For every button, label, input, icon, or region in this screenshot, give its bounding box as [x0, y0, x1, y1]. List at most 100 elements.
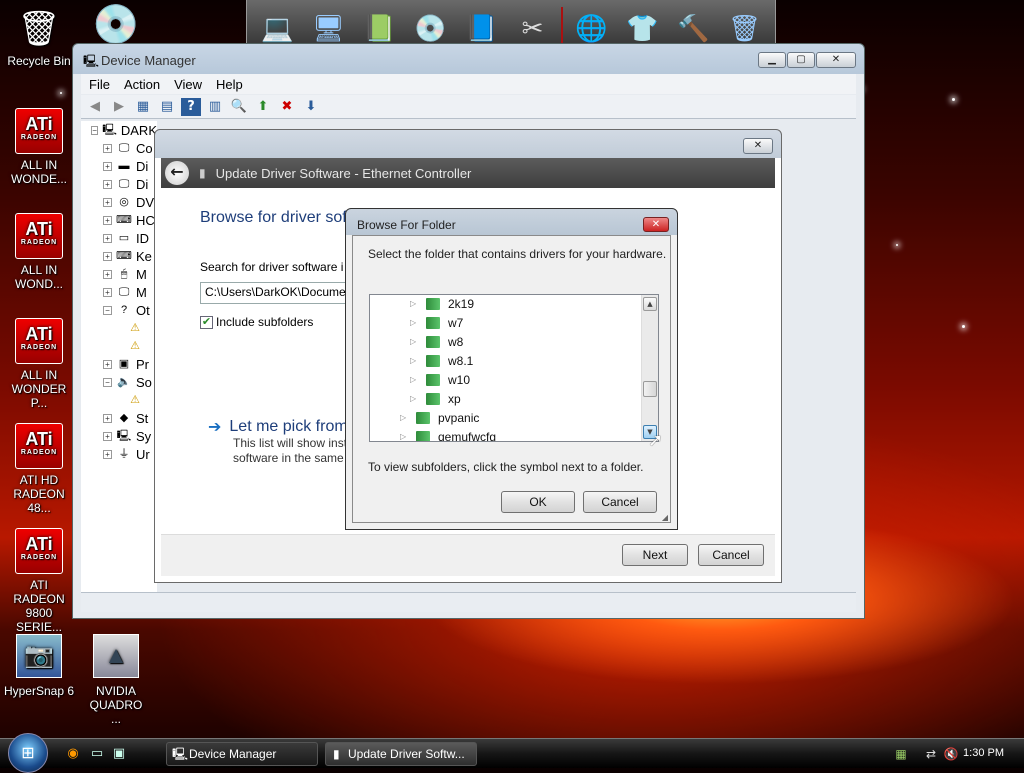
taskbar-item-update-driver[interactable]: ▮ Update Driver Softw...	[325, 742, 477, 766]
folder-item[interactable]: ▷ xp	[370, 389, 641, 408]
desktop-icon-recycle-bin[interactable]: 🗑 Recycle Bin	[1, 4, 77, 68]
expand-icon[interactable]: +	[103, 269, 112, 279]
tree-item[interactable]: + ⌨ HC	[81, 211, 157, 229]
tree-item[interactable]: + 🖵 Co	[81, 139, 157, 157]
properties-icon[interactable]: ▤	[157, 98, 177, 116]
tree-item[interactable]: + ▣ Pr	[81, 355, 157, 373]
minimize-button[interactable]: ▁	[758, 52, 786, 68]
next-button[interactable]: Next	[622, 544, 688, 566]
scroll-thumb[interactable]	[643, 381, 657, 397]
disable-icon[interactable]: ⬇	[301, 98, 321, 116]
pick-from-list-link[interactable]: ➔ Let me pick from This list will show i…	[208, 417, 358, 466]
tree-item[interactable]: ⚠	[81, 391, 157, 409]
switch-windows-icon[interactable]: ▣	[110, 745, 128, 763]
help-icon[interactable]: ?	[181, 97, 201, 116]
menu-file[interactable]: File	[89, 77, 110, 92]
close-button[interactable]: ✕	[643, 217, 669, 232]
close-button[interactable]: ✕	[816, 52, 856, 68]
disc-desktop-icon[interactable]: 💿	[92, 2, 139, 47]
expand-triangle-icon[interactable]: ▷	[410, 394, 420, 403]
expand-icon[interactable]: +	[103, 431, 112, 441]
folder-item[interactable]: ▷ qemufwcfg	[370, 427, 641, 441]
tree-item[interactable]: − 🔈 So	[81, 373, 157, 391]
network-icon[interactable]: ⇄	[922, 745, 940, 763]
folder-item[interactable]: ▷ 2k19	[370, 295, 641, 313]
menu-help[interactable]: Help	[216, 77, 243, 92]
path-field[interactable]: C:\Users\DarkOK\Docume	[200, 282, 350, 304]
close-button[interactable]: ✕	[743, 138, 773, 154]
forward-arrow-icon[interactable]: ▶	[109, 98, 129, 116]
expand-triangle-icon[interactable]: ▷	[410, 299, 420, 308]
desktop-icon-ati-1[interactable]: ATi RADEON ALL IN WONDE...	[1, 108, 77, 186]
expand-icon[interactable]: +	[103, 161, 112, 171]
tree-item[interactable]: − 🖳 DARK	[81, 121, 157, 139]
collapse-icon[interactable]: −	[103, 305, 112, 315]
folder-item[interactable]: ▷ w8.1	[370, 351, 641, 370]
desktop-icon-hypersnap[interactable]: 📷 HyperSnap 6	[1, 634, 77, 698]
firefox-icon[interactable]: ◉	[64, 745, 82, 763]
vertical-scrollbar[interactable]: ▲ ▼	[641, 295, 658, 441]
desktop-icon-ati-4[interactable]: ATi RADEON ATI HD RADEON 48...	[1, 423, 77, 515]
show-desktop-icon[interactable]: ▭	[88, 745, 106, 763]
desktop-icon-ati-2[interactable]: ATi RADEON ALL IN WOND...	[1, 213, 77, 291]
expand-triangle-icon[interactable]: ▷	[410, 318, 420, 327]
maximize-button[interactable]: ▢	[787, 52, 815, 68]
tray-app-icon[interactable]: ▦	[892, 745, 910, 763]
cancel-button[interactable]: Cancel	[583, 491, 657, 513]
clock[interactable]: 1:30 PM	[963, 747, 1004, 759]
update-driver-icon[interactable]: ⬆	[253, 98, 273, 116]
back-arrow-icon[interactable]: ◀	[85, 98, 105, 116]
expand-icon[interactable]: +	[103, 179, 112, 189]
folder-tree[interactable]: ▷ 2k19 ▷ w7 ▷ w8 ▷ w8.1 ▷ w10 ▷ xp ▷ pvpanic ▷ qemufwcf…	[369, 294, 659, 442]
desktop-icon-nvidia[interactable]: ▲ NVIDIA QUADRO ...	[78, 634, 154, 726]
expand-icon[interactable]: +	[103, 215, 112, 225]
collapse-icon[interactable]: −	[91, 125, 99, 135]
volume-muted-icon[interactable]: 🔇	[942, 745, 960, 763]
desktop-icon-ati-3[interactable]: ATi RADEON ALL IN WONDER P...	[1, 318, 77, 410]
tree-item[interactable]: + ◎ DV	[81, 193, 157, 211]
expand-icon[interactable]: +	[103, 287, 112, 297]
expand-icon[interactable]: +	[103, 359, 112, 369]
folder-item[interactable]: ▷ pvpanic	[370, 408, 641, 427]
folder-item[interactable]: ▷ w10	[370, 370, 641, 389]
expand-triangle-icon[interactable]: ▷	[400, 413, 410, 422]
tree-item[interactable]: + 🖵 M	[81, 283, 157, 301]
tree-item[interactable]: ⚠	[81, 337, 157, 355]
expand-triangle-icon[interactable]: ▷	[410, 375, 420, 384]
taskbar-item-device-manager[interactable]: 🖳 Device Manager	[166, 742, 318, 766]
expand-triangle-icon[interactable]: ▷	[410, 356, 420, 365]
tree-item[interactable]: + ▬ Di	[81, 157, 157, 175]
folder-item[interactable]: ▷ w8	[370, 332, 641, 351]
view-grid-icon[interactable]: ▥	[205, 98, 225, 116]
ok-button[interactable]: OK	[501, 491, 575, 513]
expand-icon[interactable]: +	[103, 197, 112, 207]
uninstall-icon[interactable]: ✖	[277, 98, 297, 116]
tree-item[interactable]: + ◆ St	[81, 409, 157, 427]
tree-item[interactable]: + ⏚ Ur	[81, 445, 157, 463]
collapse-icon[interactable]: −	[103, 377, 112, 387]
scroll-up-button[interactable]: ▲	[643, 297, 657, 311]
include-subfolders-checkbox[interactable]: ✔ Include subfolders	[200, 315, 313, 329]
tree-item[interactable]: −? Ot	[81, 301, 157, 319]
expand-icon[interactable]: +	[103, 233, 112, 243]
desktop-icon-ati-5[interactable]: ATi RADEON ATI RADEON 9800 SERIE...	[1, 528, 77, 634]
tree-item[interactable]: + 🖱 M	[81, 265, 157, 283]
tree-item[interactable]: + 🖳 Sy	[81, 427, 157, 445]
folder-item[interactable]: ▷ w7	[370, 313, 641, 332]
expand-icon[interactable]: +	[103, 251, 112, 261]
cancel-button[interactable]: Cancel	[698, 544, 764, 566]
tree-item[interactable]: + ⌨ Ke	[81, 247, 157, 265]
resize-grip-icon[interactable]: ◢	[662, 513, 668, 522]
expand-triangle-icon[interactable]: ▷	[400, 432, 410, 441]
start-button[interactable]: ⊞	[8, 733, 48, 773]
expand-icon[interactable]: +	[103, 143, 112, 153]
tree-item[interactable]: + 🖵 Di	[81, 175, 157, 193]
expand-triangle-icon[interactable]: ▷	[410, 337, 420, 346]
expand-icon[interactable]: +	[103, 413, 112, 423]
back-button[interactable]: ←	[165, 161, 189, 185]
expand-icon[interactable]: +	[103, 449, 112, 459]
scan-hardware-icon[interactable]: 🔍	[229, 98, 249, 116]
view-icon[interactable]: ▦	[133, 98, 153, 116]
tree-item[interactable]: + ▭ ID	[81, 229, 157, 247]
menu-view[interactable]: View	[174, 77, 202, 92]
